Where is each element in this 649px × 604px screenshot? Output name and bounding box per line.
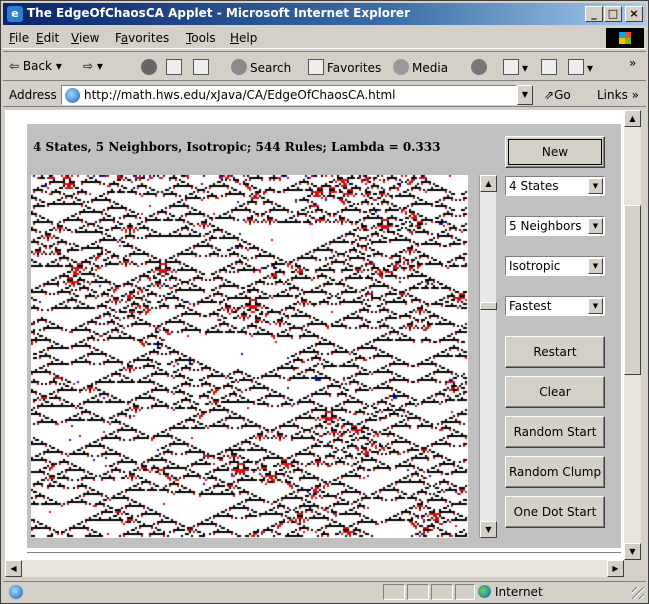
browser-window: e The EdgeOfChaosCA Applet - Microsoft I… [0,0,649,604]
windows-flag-icon [606,28,644,48]
status-cell [455,584,475,600]
chevron-down-icon: ▼ [588,218,603,234]
ca-canvas[interactable] [31,175,468,538]
page-horizontal-scrollbar[interactable]: ◀ ▶ [5,560,624,577]
stop-icon[interactable] [141,59,160,75]
window-title: The EdgeOfChaosCA Applet - Microsoft Int… [27,6,410,20]
globe-icon [478,585,491,598]
restart-button[interactable]: Restart [505,336,605,368]
random-start-button[interactable]: Random Start [505,416,605,448]
page-scroll-thumb[interactable] [624,205,641,375]
ca-scroll-thumb[interactable] [480,302,497,310]
one-dot-start-button[interactable]: One Dot Start [505,496,605,528]
resize-grip-icon[interactable] [632,587,644,599]
ca-applet: 4 States, 5 Neighbors, Isotropic; 544 Ru… [27,124,621,548]
security-zone: Internet [478,585,543,599]
toolbar-overflow[interactable]: » [629,56,636,70]
forward-button[interactable]: ⇨ ▾ [83,59,103,73]
states-select[interactable]: 4 States ▼ [505,176,605,196]
ca-scrollbar[interactable]: ▲ ▼ [479,175,497,538]
maximize-button[interactable]: □ [604,6,622,22]
scroll-down-arrow-icon[interactable]: ▼ [480,521,497,538]
speed-select[interactable]: Fastest ▼ [505,296,605,316]
scroll-down-arrow-icon[interactable]: ▼ [624,543,641,560]
links-button[interactable]: Links » [597,88,639,102]
page-icon [65,88,80,103]
address-bar: Address http://math.hws.edu/xJava/CA/Edg… [3,83,646,107]
page-content: 4 States, 5 Neighbors, Isotropic; 544 Ru… [5,110,624,560]
status-cell [431,584,453,600]
neighbors-select[interactable]: 5 Neighbors ▼ [505,216,605,236]
page-done-icon [9,585,23,599]
new-button[interactable]: New [505,136,605,168]
symmetry-select[interactable]: Isotropic ▼ [505,256,605,276]
history-icon[interactable] [471,59,490,75]
chevron-down-icon: ▼ [588,258,603,274]
menu-favorites[interactable]: Favorites [115,31,169,45]
chevron-down-icon: ▼ [588,298,603,314]
favorites-icon [308,59,324,75]
menu-view[interactable]: View [71,31,99,45]
search-button[interactable]: Search [231,59,291,75]
menu-edit[interactable]: Edit [36,31,59,45]
close-button[interactable]: × [625,6,643,22]
scroll-up-arrow-icon[interactable]: ▲ [624,110,641,127]
address-url: http://math.hws.edu/xJava/CA/EdgeOfChaos… [84,88,396,102]
address-label: Address [9,88,57,102]
status-cell [407,584,429,600]
page-vertical-scrollbar[interactable]: ▲ ▼ [624,110,641,560]
favorites-button[interactable]: Favorites [308,59,381,75]
edit-icon[interactable]: ▾ [568,59,593,75]
menu-file[interactable]: File [9,31,29,45]
go-arrow-icon: ⇗ [544,88,555,102]
search-icon [231,59,247,75]
menu-tools[interactable]: Tools [186,31,216,45]
address-dropdown-button[interactable]: ▼ [517,85,533,105]
horizontal-rule [27,552,621,554]
menu-help[interactable]: Help [230,31,257,45]
clear-button[interactable]: Clear [505,376,605,408]
chevron-down-icon: ▼ [588,178,603,194]
mail-icon[interactable]: ▾ [503,59,528,75]
menu-bar: File Edit View Favorites Tools Help [3,27,646,49]
media-button[interactable]: Media [393,59,448,75]
random-clump-button[interactable]: Random Clump [505,456,605,488]
minimize-button[interactable]: _ [585,6,603,22]
go-button[interactable]: ⇗Go [544,88,571,102]
scroll-right-arrow-icon[interactable]: ▶ [607,560,624,577]
applet-heading: 4 States, 5 Neighbors, Isotropic; 544 Ru… [33,140,441,154]
address-input[interactable]: http://math.hws.edu/xJava/CA/EdgeOfChaos… [61,85,517,105]
refresh-icon[interactable] [166,59,185,75]
media-icon [393,59,409,75]
ie-logo-icon: e [7,6,23,22]
print-icon[interactable] [541,59,560,75]
home-icon[interactable] [193,59,212,75]
title-bar[interactable]: e The EdgeOfChaosCA Applet - Microsoft I… [3,3,646,25]
scroll-left-arrow-icon[interactable]: ◀ [5,560,22,577]
scroll-up-arrow-icon[interactable]: ▲ [480,175,497,192]
toolbar: ⇦ Back ▾ ⇨ ▾ Search Favorites Media ▾ ▾ … [3,51,646,81]
status-cell [383,584,405,600]
status-bar: Internet [3,581,646,601]
back-button[interactable]: ⇦ Back ▾ [9,59,62,73]
